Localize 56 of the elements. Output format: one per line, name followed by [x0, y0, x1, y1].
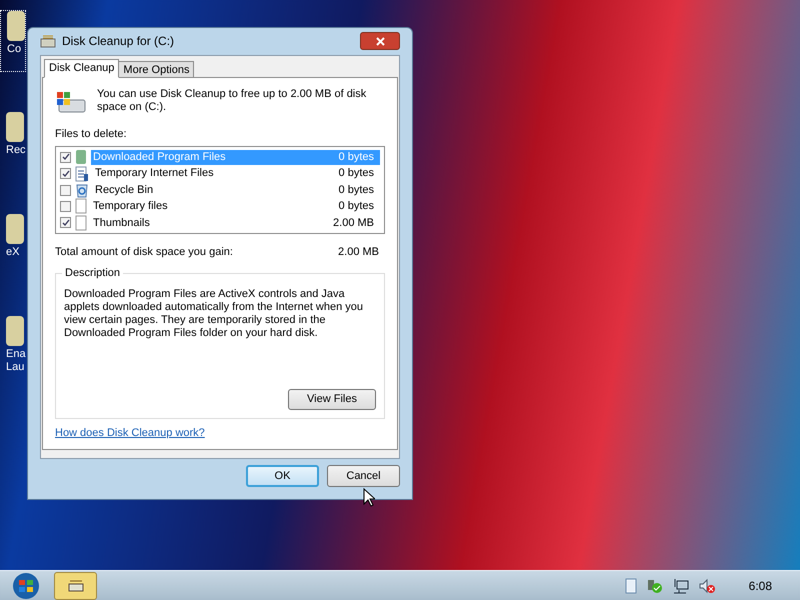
desktop-icon[interactable]: Rec [0, 112, 26, 174]
desktop-icon-label: Co [7, 43, 22, 56]
window-title: Disk Cleanup for (C:) [62, 33, 176, 50]
checkbox[interactable] [60, 184, 71, 196]
tab[interactable]: Disk Cleanup [44, 58, 120, 78]
file-row[interactable]: Temporary files 0 bytes [91, 198, 380, 214]
document-icon [75, 166, 89, 182]
help-link[interactable]: How does Disk Cleanup work? [55, 424, 385, 441]
intro-text: You can use Disk Cleanup to free up to 2.00 MB of disk space on (C:). [97, 88, 368, 114]
desktop-icon[interactable]: Ena Lau [0, 316, 26, 378]
total-label: Total amount of disk space you gain: [55, 245, 233, 260]
shield-check-icon[interactable] [646, 578, 663, 594]
checkbox[interactable] [60, 217, 71, 228]
desktop-icon[interactable]: Co [0, 10, 26, 72]
speaker-muted-icon[interactable] [698, 578, 715, 594]
file-row[interactable]: Thumbnails 2.00 MB [91, 215, 380, 230]
desktop-icon-label: Rec [6, 144, 26, 157]
close-button[interactable] [360, 32, 400, 50]
document-icon[interactable] [624, 578, 637, 594]
page-icon [75, 198, 87, 214]
file-size: 0 bytes [338, 182, 374, 198]
file-name: Temporary Internet Files [95, 166, 214, 182]
close-icon [376, 36, 384, 46]
recycle-bin-icon [75, 182, 89, 198]
file-name: Thumbnails [93, 216, 150, 231]
file-row[interactable]: Temporary Internet Files 0 bytes [93, 166, 380, 182]
file-size: 0 bytes [338, 166, 374, 182]
file-name: Downloaded Program Files [93, 150, 226, 165]
tab[interactable]: More Options [118, 60, 194, 78]
network-icon[interactable] [672, 578, 689, 594]
description-title: Description [62, 266, 124, 280]
file-row[interactable]: Recycle Bin 0 bytes [93, 182, 380, 198]
page-icon [75, 214, 87, 231]
file-size: 0 bytes [338, 150, 374, 165]
checkbox[interactable] [60, 168, 71, 180]
checkmark-icon [62, 218, 70, 227]
file-name: Recycle Bin [95, 182, 154, 198]
total-value: 2.00 MB [338, 245, 379, 260]
desktop-icon-label: Ena Lau [6, 348, 26, 374]
clock[interactable]: 6:08 [748, 576, 772, 594]
mouse-cursor-icon [363, 488, 375, 507]
file-name: Temporary files [93, 199, 168, 214]
file-size: 2.00 MB [333, 216, 374, 231]
taskbar-button[interactable] [54, 572, 97, 600]
desktop-icon-label: eX [6, 246, 20, 259]
disk-cleanup-icon [66, 580, 84, 592]
files-label: Files to delete: [55, 126, 128, 142]
desktop-icon[interactable]: eX [0, 214, 26, 276]
dialog-button[interactable]: Cancel [327, 465, 400, 487]
checkbox[interactable] [60, 200, 71, 212]
description-text: Downloaded Program Files are ActiveX controls and Java applets downloaded automatically from the Internet when you view certain pages. They are temporarily stored in the Downloaded Program Files folder on your hard disk. [64, 288, 364, 340]
checkbox[interactable] [60, 152, 71, 163]
file-size: 0 bytes [338, 199, 374, 214]
view-files-button[interactable]: View Files [288, 388, 376, 410]
dialog-button[interactable]: OK [246, 465, 319, 487]
disk-cleanup-icon [40, 34, 56, 48]
